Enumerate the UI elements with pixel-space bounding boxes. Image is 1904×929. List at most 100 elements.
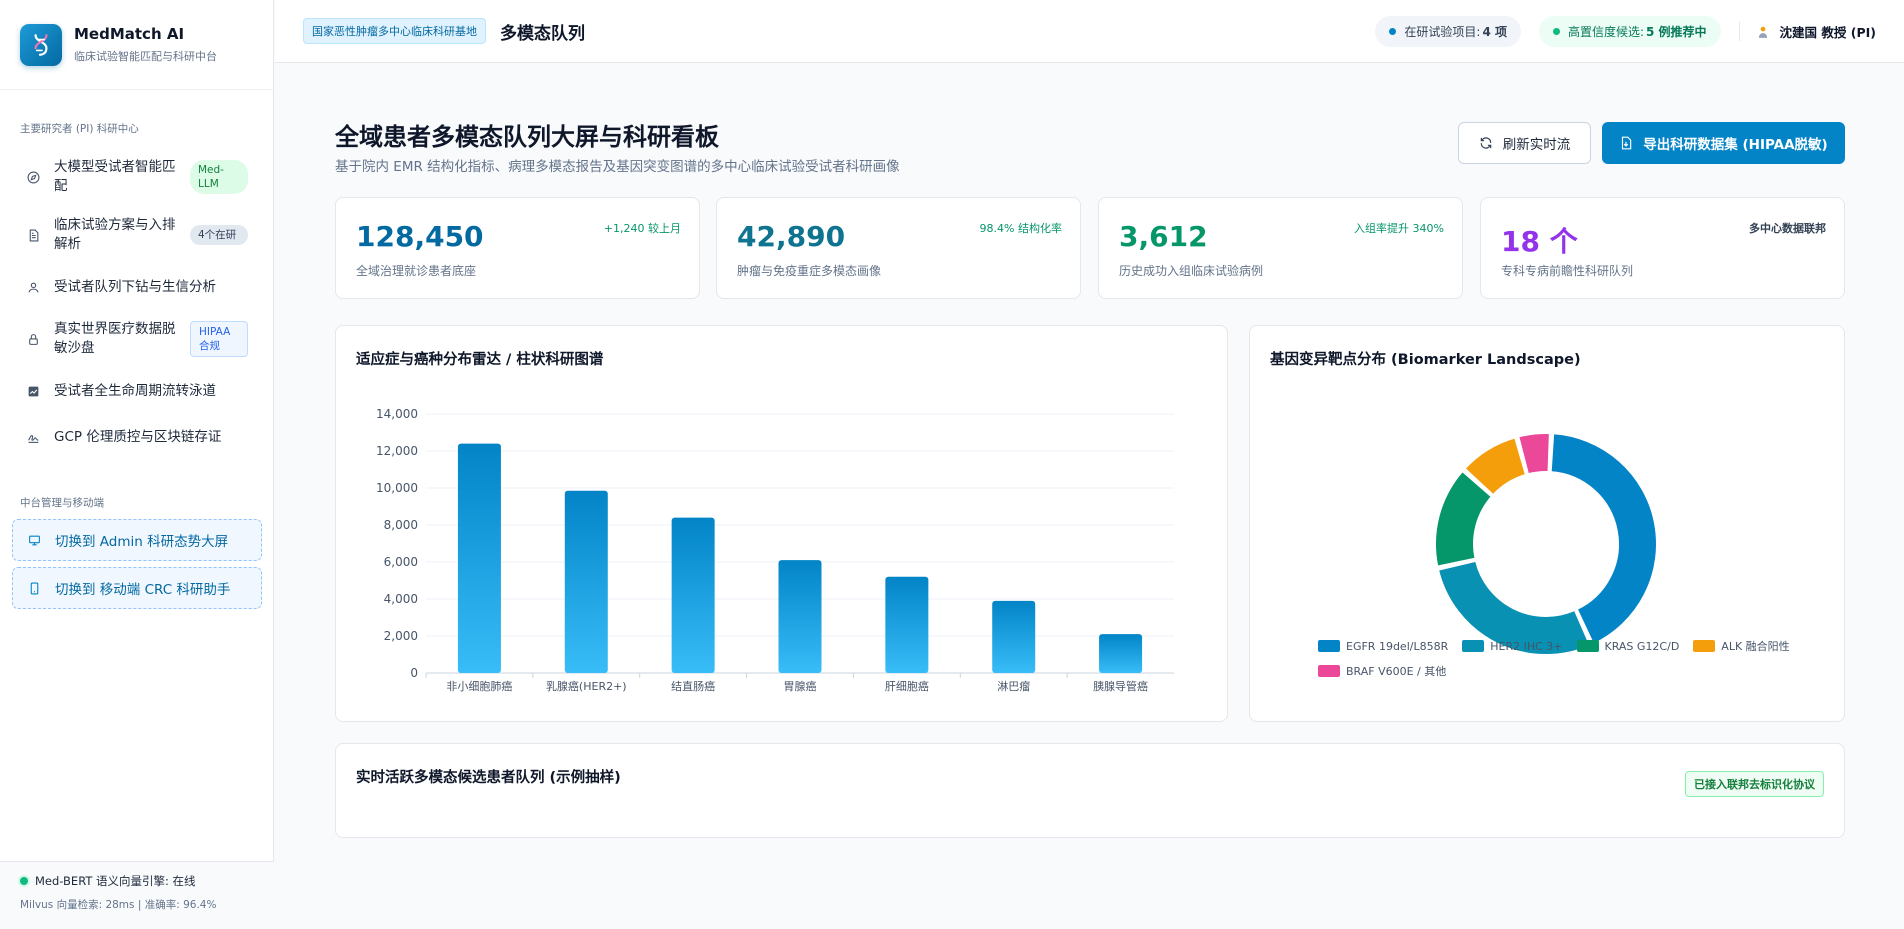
bar[interactable] [885,576,929,673]
x-tick-label: 胃腺癌 [784,679,817,693]
switch-mobile-label: 切换到 移动端 CRC 科研助手 [55,582,231,598]
sidebar-nav: 大模型受试者智能匹配 Med-LLM 临床试验方案与入排解析 4个在研 受试者队… [12,154,262,457]
legend-label: EGFR 19del/L858R [1346,639,1449,653]
bar[interactable] [564,490,608,673]
user-profile[interactable]: 沈建国 教授 (PI) [1738,22,1876,41]
sidebar-item-lifecycle[interactable]: 受试者全生命周期流转泳道 [12,371,262,411]
export-button[interactable]: 导出科研数据集 (HIPAA脱敏) [1602,122,1845,164]
sidebar-item-protocol[interactable]: 临床试验方案与入排解析 4个在研 [12,212,262,258]
x-tick-label: 肝细胞癌 [885,679,929,693]
engine-status-text: Med-BERT 语义向量引擎: 在线 [35,874,196,888]
export-label: 导出科研数据集 (HIPAA脱敏) [1643,137,1828,153]
sidebar-item-label: 受试者全生命周期流转泳道 [54,382,216,399]
stat-trend: 98.4% 结构化率 [979,222,1062,235]
switch-mobile-button[interactable]: 切换到 移动端 CRC 科研助手 [12,567,262,609]
legend-label: KRAS G12C/D [1604,639,1680,653]
indication-bar-chart-card: 适应症与癌种分布雷达 / 柱状科研图谱 0 2,000 4,000 6,000 8,00… [335,325,1228,722]
refresh-label: 刷新实时流 [1502,137,1571,153]
refresh-icon [1480,137,1491,149]
y-tick-label: 14,000 [376,407,418,421]
sidebar: MedMatch AI 临床试验智能匹配与科研中台 主要研究者 (PI) 科研中… [0,0,274,929]
switch-admin-button[interactable]: 切换到 Admin 科研态势大屏 [12,519,262,561]
stat-value: 128,450 [356,220,484,253]
bar[interactable] [992,600,1036,673]
online-indicator [20,877,28,885]
candidates-label: 高置信度候选: [1567,25,1645,39]
y-tick-label: 4,000 [384,592,418,606]
stat-card-cohorts: 18 个 专科专病前瞻性科研队列 多中心数据联邦 [1480,197,1845,299]
stat-card-enrolled: 3,612 历史成功入组临床试验病例 入组率提升 340% [1098,197,1463,299]
status-badge: HIPAA合规 [190,321,248,357]
stat-trend: 入组率提升 340% [1354,222,1444,235]
stat-value: 42,890 [737,220,846,253]
bar[interactable] [671,517,715,673]
header: 国家恶性肿瘤多中心临床科研基地 多模态队列 在研试验项目: 4 项 高置信度候选… [275,0,1904,63]
doctor-avatar-icon [1758,26,1767,38]
bar[interactable] [778,560,822,673]
y-tick-label: 8,000 [384,518,418,532]
trials-value: 4 项 [1482,25,1507,39]
candidates-pill[interactable]: 高置信度候选: 5 例推荐中 [1538,16,1721,47]
sidebar-item-label: 临床试验方案与入排解析 [54,217,176,252]
legend-item[interactable]: EGFR 19del/L858R [1318,638,1448,654]
bar[interactable] [1099,634,1143,673]
federated-badge: 已接入联邦去标识化协议 [1685,771,1824,797]
page-title: 多模态队列 [500,23,585,44]
stat-label: 专科专病前瞻性科研队列 [1501,264,1634,278]
brand-name: MedMatch AI [74,25,185,43]
legend-swatch [1693,640,1716,652]
trials-label: 在研试验项目: [1404,25,1481,39]
monitor-icon [27,533,41,547]
x-tick-label: 乳腺癌(HER2+) [546,679,627,693]
stat-card-profiles: 42,890 肿瘤与免疫重症多模态画像 98.4% 结构化率 [716,197,1081,299]
status-badge: Med-LLM [190,160,248,194]
legend-item[interactable]: BRAF V600E / 其他 [1318,663,1446,679]
stat-label: 历史成功入组临床试验病例 [1119,264,1264,278]
base-tag: 国家恶性肿瘤多中心临床科研基地 [303,18,486,44]
bar-chart: 0 2,000 4,000 6,000 8,000 10,000 12,000 14,000 非… [376,407,1174,693]
trials-pill[interactable]: 在研试验项目: 4 项 [1375,16,1521,47]
y-tick-label: 12,000 [376,444,418,458]
lock-icon [26,332,40,346]
status-dot [1552,28,1560,35]
bar[interactable] [457,443,501,673]
y-tick-label: 2,000 [384,629,418,643]
engine-metrics: Milvus 向量检索: 28ms | 准确率: 96.4% [20,899,217,911]
sidebar-section-title: 主要研究者 (PI) 科研中心 [20,123,139,135]
dashboard-title: 全域患者多模态队列大屏与科研看板 [335,123,719,151]
document-icon [26,228,40,242]
stat-card-patients: 128,450 全域治理就诊患者底座 +1,240 较上月 [335,197,700,299]
status-badge: 4个在研 [190,225,248,245]
x-tick-label: 胰腺导管癌 [1093,679,1148,693]
y-tick-label: 0 [410,666,418,680]
stat-value: 3,612 [1119,220,1208,253]
biomarker-donut-card: 基因变异靶点分布 (Biomarker Landscape) EGFR 19de… [1249,325,1845,722]
user-icon [26,280,40,294]
candidates-value: 5 例推荐中 [1646,25,1707,39]
sidebar-item-label: 受试者队列下钻与生信分析 [54,278,216,295]
x-tick-label: 非小细胞肺癌 [446,679,512,693]
legend-label: BRAF V600E / 其他 [1346,665,1447,678]
x-tick-label: 结直肠癌 [671,679,715,693]
cohort-title: 实时活跃多模态候选患者队列 (示例抽样) [356,770,621,786]
legend-item[interactable]: KRAS G12C/D [1576,638,1680,654]
sidebar-item-label: 大模型受试者智能匹配 [54,159,176,194]
sidebar-item-rwd-sandbox[interactable]: 真实世界医疗数据脱敏沙盘 HIPAA合规 [12,316,262,362]
stat-trend: 多中心数据联邦 [1749,222,1826,235]
sidebar-item-label: 真实世界医疗数据脱敏沙盘 [54,321,176,356]
donut-legend: EGFR 19del/L858R HER2 IHC 3+ KRAS G12C/D AL… [1318,638,1818,679]
sidebar-item-gcp[interactable]: GCP 伦理质控与区块链存证 [12,417,262,457]
status-dot [1389,28,1397,35]
cohort-card: 实时活跃多模态候选患者队列 (示例抽样) 已接入联邦去标识化协议 [335,743,1845,838]
sidebar-item-llm-match[interactable]: 大模型受试者智能匹配 Med-LLM [12,154,262,200]
y-tick-label: 10,000 [376,481,418,495]
stat-label: 全域治理就诊患者底座 [356,264,477,278]
legend-item[interactable]: HER2 IHC 3+ [1462,638,1563,654]
legend-item[interactable]: ALK 融合阳性 [1693,638,1790,654]
refresh-button[interactable]: 刷新实时流 [1458,122,1591,164]
user-name: 沈建国 教授 (PI) [1779,25,1876,40]
sidebar-item-label: GCP 伦理质控与区块链存证 [54,428,222,445]
sidebar-item-cohort[interactable]: 受试者队列下钻与生信分析 [12,267,262,307]
compass-icon [26,170,40,184]
legend-swatch [1576,640,1599,652]
